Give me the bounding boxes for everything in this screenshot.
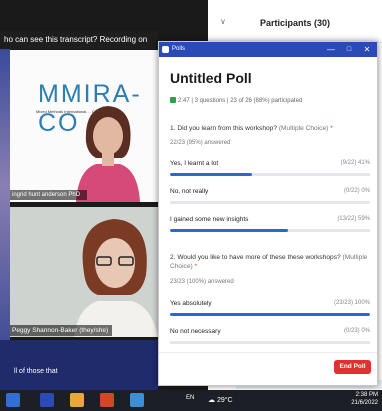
question-1-answered: 22/23 (95%) answered bbox=[170, 140, 231, 146]
zoom-icon bbox=[162, 46, 169, 53]
windows-start-icon[interactable] bbox=[6, 393, 20, 407]
participant-2-name: Peggy Shannon-Baker (they/she) bbox=[10, 325, 112, 336]
powerpoint-icon[interactable] bbox=[100, 393, 114, 407]
chat-message: ll of those that bbox=[14, 368, 58, 375]
minimize-icon[interactable]: — bbox=[324, 42, 338, 57]
clock-time: 2:38 PM bbox=[355, 392, 378, 398]
option-bar bbox=[170, 201, 370, 204]
option-label: Yes absolutely bbox=[170, 300, 212, 307]
option-bar bbox=[170, 173, 370, 176]
option-label: No not necessary bbox=[170, 328, 221, 335]
maximize-icon[interactable]: □ bbox=[342, 42, 356, 57]
participants-title: Participants (30) bbox=[259, 18, 331, 28]
poll-option: No not necessary (0/23) 0% bbox=[170, 328, 370, 348]
clock-date: 21/6/2022 bbox=[351, 400, 378, 406]
divider bbox=[159, 352, 377, 353]
option-stat: (13/22) 59% bbox=[337, 216, 370, 222]
weather-widget[interactable]: ☁ 29°C bbox=[208, 396, 233, 404]
question-2-answered: 23/23 (100%) answered bbox=[170, 279, 234, 285]
close-icon[interactable]: ✕ bbox=[360, 42, 374, 57]
option-label: Yes, I learnt a lot bbox=[170, 160, 219, 167]
participation-stat: 23 of 26 (88%) participated bbox=[230, 98, 303, 104]
weather-icon: ☁ bbox=[208, 397, 215, 404]
question-1-title: 1. Did you learn from this workshop? (Mu… bbox=[170, 124, 370, 133]
option-bar bbox=[170, 313, 370, 316]
poll-title: Untitled Poll bbox=[170, 70, 252, 86]
question-text: 1. Did you learn from this workshop? bbox=[170, 125, 278, 132]
option-stat: (9/22) 41% bbox=[340, 160, 370, 166]
shared-background-strip bbox=[0, 49, 10, 389]
video-tile-1[interactable]: MMIRA-CO Mixed Methods International ...… bbox=[10, 50, 158, 202]
participant-1-name: ingrid hunt anderson PhD bbox=[10, 190, 87, 200]
video-tile-2[interactable]: Peggy Shannon-Baker (they/she) bbox=[10, 207, 158, 337]
poll-option: Yes absolutely (23/23) 100% bbox=[170, 300, 370, 320]
temperature: 29°C bbox=[216, 397, 233, 404]
option-bar bbox=[170, 341, 370, 344]
option-stat: (23/23) 100% bbox=[333, 300, 370, 306]
question-count: 3 questions bbox=[194, 98, 226, 104]
edge-icon[interactable] bbox=[130, 393, 144, 407]
option-bar-fill bbox=[170, 313, 370, 316]
participant-1-video bbox=[76, 106, 140, 202]
option-label: I gained some new insights bbox=[170, 216, 249, 223]
file-explorer-icon[interactable] bbox=[70, 393, 84, 407]
required-marker: * bbox=[194, 263, 198, 270]
poll-option: Yes, I learnt a lot (9/22) 41% bbox=[170, 160, 370, 180]
option-bar-fill bbox=[170, 173, 252, 176]
option-stat: (0/22) 0% bbox=[343, 188, 370, 194]
poll-option: No, not really (0/22) 0% bbox=[170, 188, 370, 208]
poll-meta: 2:47 | 3 questions | 23 of 26 (88%) part… bbox=[170, 97, 302, 104]
window-title: Polls bbox=[172, 46, 186, 52]
question-text: 2. Would you like to have more of these … bbox=[170, 254, 341, 261]
poll-window: Polls — □ ✕ Untitled Poll 2:47 | 3 quest… bbox=[158, 41, 378, 386]
required-marker: * bbox=[330, 125, 333, 132]
option-bar bbox=[170, 229, 370, 232]
zoom-app-icon[interactable] bbox=[40, 393, 54, 407]
option-stat: (0/23) 0% bbox=[343, 328, 370, 334]
poll-option: I gained some new insights (13/22) 59% bbox=[170, 216, 370, 236]
language-indicator[interactable]: EN bbox=[186, 395, 194, 401]
poll-timer: 2:47 bbox=[178, 98, 190, 104]
end-poll-button[interactable]: End Poll bbox=[334, 360, 371, 374]
timer-icon bbox=[170, 97, 176, 103]
participant-2-video bbox=[74, 219, 158, 337]
question-type: (Multiple Choice) bbox=[278, 125, 329, 132]
chat-panel: ll of those that bbox=[0, 340, 158, 390]
option-bar-fill bbox=[170, 229, 288, 232]
taskbar: EN ☁ 29°C 2:38 PM 21/6/2022 bbox=[0, 390, 382, 411]
poll-titlebar[interactable]: Polls — □ ✕ bbox=[159, 42, 377, 57]
question-2-title: 2. Would you like to have more of these … bbox=[170, 253, 370, 271]
system-clock[interactable]: 2:38 PM 21/6/2022 bbox=[351, 391, 378, 407]
transcript-banner[interactable]: ho can see this transcript? Recording on bbox=[0, 31, 158, 49]
option-label: No, not really bbox=[170, 188, 209, 195]
